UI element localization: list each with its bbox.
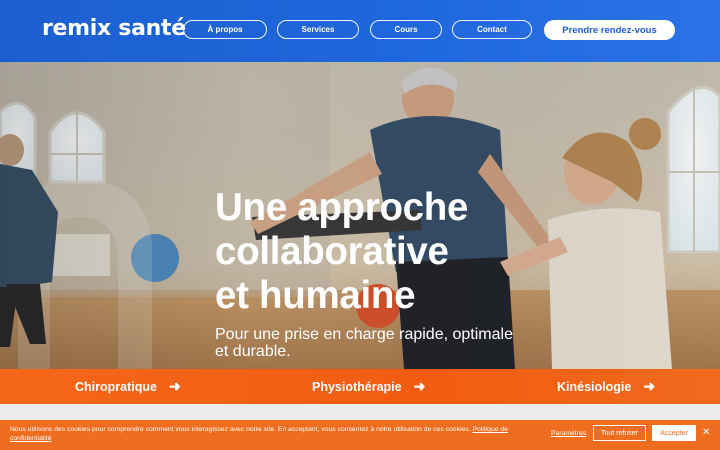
service-label: Physiothérapie — [312, 379, 402, 394]
site-header: remix santé À propos Services Cours Cont… — [0, 0, 720, 62]
arrow-right-icon: ➜ — [643, 378, 656, 394]
nav-cours[interactable]: Cours — [370, 20, 442, 39]
nav-services[interactable]: Services — [277, 20, 359, 39]
nav-contact[interactable]: Contact — [452, 20, 532, 39]
close-icon[interactable]: ✕ — [702, 425, 710, 441]
nav-a-propos[interactable]: À propos — [183, 20, 267, 39]
headline-line-2: collaborative — [215, 230, 449, 273]
site-logo[interactable]: remix santé — [42, 16, 186, 41]
hero-headline: Une approche collaborative et humaine — [215, 186, 575, 318]
cookie-settings-link[interactable]: Paramètres — [551, 430, 586, 437]
content-strip — [0, 404, 720, 420]
services-bar: Chiropratique ➜ Physiothérapie ➜ Kinésio… — [0, 369, 720, 404]
headline-line-3: et humaine — [215, 274, 416, 317]
service-label: Chiropratique — [75, 379, 157, 394]
service-physiotherapie-link[interactable]: Physiothérapie ➜ — [312, 369, 425, 404]
accept-button[interactable]: Accepter — [652, 425, 696, 441]
arrow-right-icon: ➜ — [413, 378, 426, 394]
refuse-all-button[interactable]: Tout refuser — [593, 425, 646, 441]
arrow-right-icon: ➜ — [168, 378, 181, 394]
cookie-message: Nous utilisons des cookies pour comprend… — [10, 425, 535, 443]
service-label: Kinésiologie — [557, 379, 632, 394]
cookie-banner: Nous utilisons des cookies pour comprend… — [0, 420, 720, 450]
headline-line-1: Une approche — [215, 186, 469, 229]
service-chiropratique-link[interactable]: Chiropratique ➜ — [75, 369, 181, 404]
cookie-text: Nous utilisons des cookies pour comprend… — [10, 426, 471, 433]
book-appointment-button[interactable]: Prendre rendez-vous — [544, 20, 675, 40]
hero-section: Une approche collaborative et humaine Po… — [0, 62, 720, 369]
service-kinesiologie-link[interactable]: Kinésiologie ➜ — [557, 369, 655, 404]
hero-subtitle: Pour une prise en charge rapide, optimal… — [215, 326, 513, 360]
